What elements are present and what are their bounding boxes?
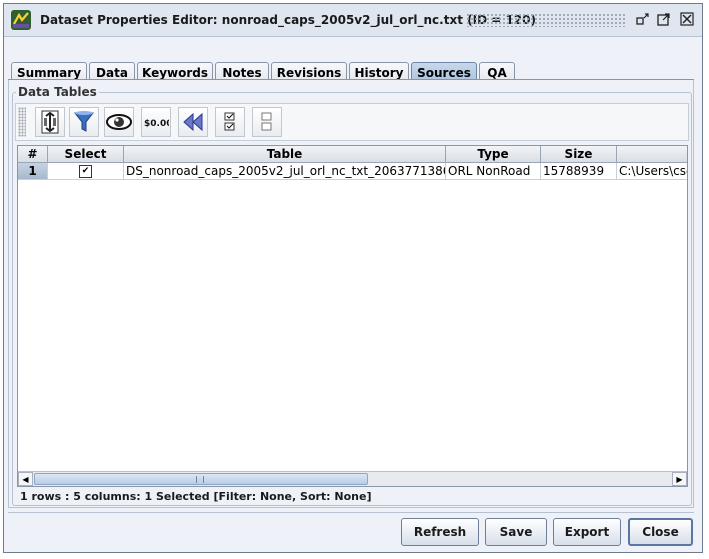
- clear-selection-icon[interactable]: [252, 107, 282, 137]
- filter-icon[interactable]: [69, 107, 99, 137]
- sort-icon[interactable]: [35, 107, 65, 137]
- column-header-select[interactable]: Select: [48, 146, 124, 163]
- button-separator: [8, 512, 694, 513]
- select-checkbox[interactable]: ✔: [48, 163, 124, 180]
- title-bar[interactable]: Dataset Properties Editor: nonroad_caps_…: [4, 4, 702, 37]
- size-cell[interactable]: 15788939: [541, 163, 617, 180]
- table-toolbar: $0.00: [15, 103, 689, 141]
- table-name-cell[interactable]: DS_nonroad_caps_2005v2_jul_orl_nc_txt_20…: [124, 163, 446, 180]
- refresh-button[interactable]: Refresh: [401, 518, 479, 546]
- title-bar-grip: [466, 13, 626, 27]
- save-button[interactable]: Save: [485, 518, 547, 546]
- column-header-size[interactable]: Size: [541, 146, 617, 163]
- svg-text:$0.00: $0.00: [144, 119, 169, 129]
- path-cell[interactable]: C:\Users\cse: [617, 163, 687, 180]
- window-title: Dataset Properties Editor: nonroad_caps_…: [40, 13, 536, 27]
- minimize-icon[interactable]: [636, 12, 650, 26]
- rewind-icon[interactable]: [178, 107, 208, 137]
- close-icon[interactable]: [680, 12, 694, 26]
- type-cell[interactable]: ORL NonRoad: [446, 163, 541, 180]
- row-number[interactable]: 1: [18, 163, 48, 180]
- checkbox-mark: ✔: [79, 165, 92, 178]
- column-header-type[interactable]: Type: [446, 146, 541, 163]
- section-title: Data Tables: [16, 85, 99, 99]
- table-status: 1 rows : 5 columns: 1 Selected [Filter: …: [20, 490, 372, 503]
- scroll-left-icon[interactable]: ◀: [18, 472, 33, 486]
- data-tables-grid[interactable]: # Select Table Type Size 1 ✔ DS_nonroad_…: [17, 145, 688, 487]
- select-all-icon[interactable]: [215, 107, 245, 137]
- toolbar-grip[interactable]: [18, 107, 26, 137]
- column-header-table[interactable]: Table: [124, 146, 446, 163]
- scroll-right-icon[interactable]: ▶: [672, 472, 687, 486]
- format-icon[interactable]: $0.00: [141, 107, 171, 137]
- emf-app-icon: [11, 10, 31, 30]
- column-header-path[interactable]: [617, 146, 687, 163]
- column-header-number[interactable]: #: [18, 146, 48, 163]
- horizontal-scrollbar[interactable]: ◀ ▶: [18, 471, 687, 486]
- export-button[interactable]: Export: [553, 518, 621, 546]
- view-icon[interactable]: [104, 107, 134, 137]
- thumb-grip: [196, 476, 204, 483]
- close-button[interactable]: Close: [628, 518, 693, 546]
- maximize-icon[interactable]: [657, 12, 671, 26]
- scroll-thumb[interactable]: [34, 473, 368, 485]
